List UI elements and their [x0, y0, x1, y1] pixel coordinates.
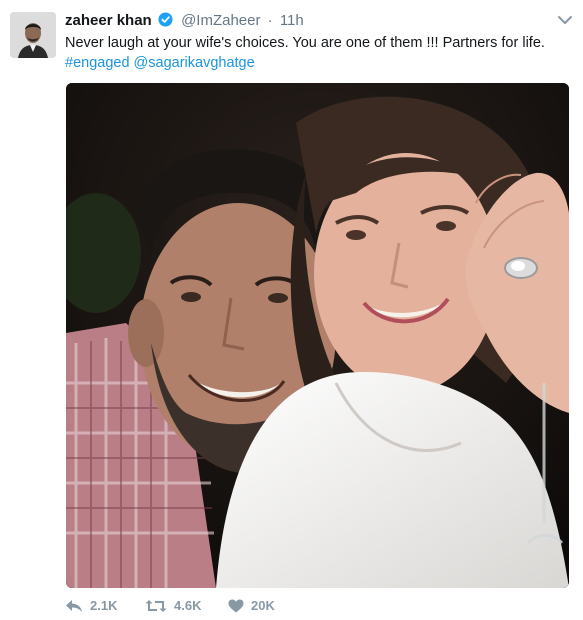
- avatar[interactable]: [10, 12, 56, 58]
- reply-icon: [66, 599, 82, 612]
- tweet-text: Never laugh at your wife's choices. You …: [65, 33, 570, 73]
- hashtag-link[interactable]: #engaged: [65, 55, 130, 71]
- tweet-timestamp[interactable]: 11h: [280, 12, 304, 29]
- tweet-card: zaheer khan @ImZaheer · 11h Never laugh …: [0, 0, 583, 619]
- tweet-photo[interactable]: [66, 83, 569, 588]
- photo-image: [66, 83, 569, 588]
- avatar-image: [10, 12, 56, 58]
- retweet-count: 4.6K: [174, 598, 202, 613]
- verified-badge-icon: [158, 12, 173, 33]
- tweet-body: Never laugh at your wife's choices. You …: [65, 35, 545, 51]
- like-button[interactable]: 20K: [228, 598, 275, 613]
- retweet-button[interactable]: 4.6K: [145, 598, 201, 613]
- separator-dot: ·: [267, 12, 273, 29]
- reply-button[interactable]: 2.1K: [65, 598, 117, 613]
- reply-count: 2.1K: [90, 598, 118, 613]
- tweet-header: zaheer khan @ImZaheer · 11h: [65, 11, 543, 33]
- author-handle[interactable]: @ImZaheer: [181, 12, 260, 29]
- mention-link[interactable]: @sagarikavghatge: [134, 55, 255, 71]
- like-icon: [228, 599, 244, 612]
- chevron-down-icon[interactable]: [557, 13, 573, 25]
- author-name[interactable]: zaheer khan: [65, 12, 152, 29]
- retweet-icon: [145, 599, 167, 612]
- like-count: 20K: [251, 598, 275, 613]
